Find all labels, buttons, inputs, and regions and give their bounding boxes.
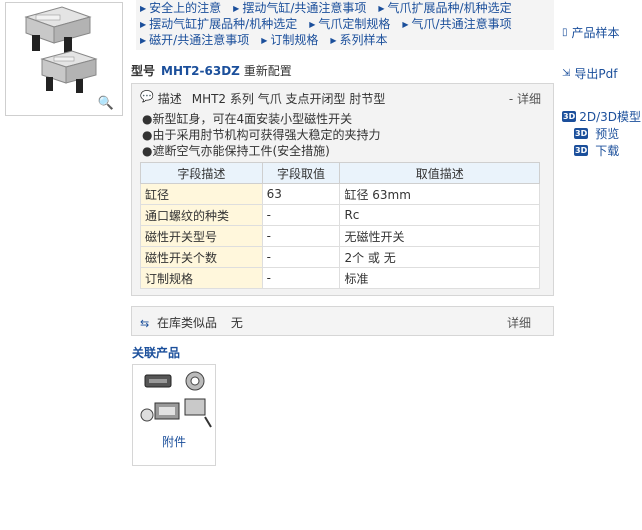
product-thumbnail[interactable]: 🔍 [5,2,123,116]
stock-info: ⇆ 在库类似品 无 [140,314,243,331]
3d-icon: 3D [574,145,589,156]
link-gripper-variants[interactable]: ▶ 气爪扩展品种/机种选定 [378,0,511,16]
field-name: 缸径 [140,183,263,205]
link-label: 订制规格 [270,33,319,47]
triangle-icon: ▶ [140,4,147,13]
related-item-accessories[interactable]: 附件 [132,364,216,466]
stock-more-link[interactable]: 详细 [507,314,531,331]
triangle-icon: ▶ [140,20,147,29]
field-value: 63 [261,183,341,205]
document-icon: ▯ [562,26,568,38]
model-2d3d-link[interactable]: 3D 2D/3D模型 [562,108,641,125]
model-line: 型号 MHT2-63DZ 重新配置 [131,62,292,79]
spec-table: 字段描述 字段取值 取值描述 缸径 63 缸径 63mm 通口螺纹的种类 - R… [140,162,540,289]
value-description: 2个 或 无 [339,246,540,268]
triangle-icon: ▶ [378,4,385,13]
description-card: 💬 描述 MHT2 系列 气爪 支点开闭型 肘节型 - 详细 ●新型缸身，可在4… [131,83,554,296]
triangle-icon: ▶ [233,4,240,13]
column-header: 字段描述 [140,162,263,184]
triangle-icon: ▶ [330,36,337,45]
link-label: 摆动气缸/共通注意事项 [242,1,367,15]
field-name: 订制规格 [140,267,263,289]
link-label: 安全上的注意 [149,1,222,15]
accessories-image [140,371,212,428]
table-row: 缸径 63 缸径 63mm [140,183,540,205]
value-description: 无磁性开关 [339,225,540,247]
export-pdf-link[interactable]: ⇲ 导出Pdf [562,65,617,82]
value-description: Rc [339,204,540,226]
field-name: 磁性开关型号 [140,225,263,247]
catalog-link[interactable]: ▯ 产品样本 [562,24,620,41]
table-row: 磁性开关型号 - 无磁性开关 [140,225,540,247]
document-links: ▶ 安全上的注意 ▶ 摆动气缸/共通注意事项 ▶ 气爪扩展品种/机种选定 ▶ 摆动气缸扩… [136,0,554,50]
table-row: 磁性开关个数 - 2个 或 无 [140,246,540,268]
link-label: 气爪扩展品种/机种选定 [387,1,512,15]
preview-link[interactable]: 3D 预览 [574,125,619,142]
feature-item: ●遮断空气亦能保持工件(安全措施) [142,144,330,158]
table-header-row: 字段描述 字段取值 取值描述 [140,162,540,184]
zoom-icon[interactable]: 🔍 [98,96,114,111]
3d-icon: 3D [562,111,577,122]
swap-icon: ⇆ [140,317,150,330]
link-series-catalog[interactable]: ▶ 系列样本 [330,32,387,48]
stock-bar: ⇆ 在库类似品 无 详细 [131,306,554,336]
description-label: 描述 [157,92,182,106]
model-number: MHT2-63DZ [161,64,240,78]
download-link[interactable]: 3D 下载 [574,142,619,159]
field-name: 磁性开关个数 [140,246,263,268]
link-safety-notes[interactable]: ▶ 安全上的注意 [140,0,221,16]
link-label: 气爪/共通注意事项 [411,17,512,31]
export-icon: ⇲ [562,67,571,79]
feature-item: ●新型缸身，可在4面安装小型磁性开关 [142,112,353,126]
related-title: 关联产品 [132,346,181,360]
reconfigure-link[interactable]: 重新配置 [244,64,292,78]
link-gripper-custom[interactable]: ▶ 气爪定制规格 [309,16,390,32]
link-switch-common-notes[interactable]: ▶ 磁开/共通注意事项 [140,32,249,48]
table-row: 订制规格 - 标准 [140,267,540,289]
column-header: 字段取值 [261,162,341,184]
link-rotary-variants[interactable]: ▶ 摆动气缸扩展品种/机种选定 [140,16,297,32]
3d-icon: 3D [574,128,589,139]
link-row: ▶ 摆动气缸扩展品种/机种选定 ▶ 气爪定制规格 ▶ 气爪/共通注意事项 [140,16,550,32]
catalog-label: 产品样本 [571,26,620,40]
stock-label: 在库类似品 [157,316,218,330]
description-more-link[interactable]: - 详细 [509,90,541,107]
link-label: 气爪定制规格 [318,17,391,31]
link-gripper-common-notes[interactable]: ▶ 气爪/共通注意事项 [402,16,511,32]
description-header: 💬 描述 MHT2 系列 气爪 支点开闭型 肘节型 - 详细 [140,90,545,107]
link-row: ▶ 磁开/共通注意事项 ▶ 订制规格 ▶ 系列样本 [140,32,550,48]
triangle-icon: ▶ [402,20,409,29]
related-item-label: 附件 [161,435,186,449]
triangle-icon: ▶ [140,36,147,45]
link-label: 摆动气缸扩展品种/机种选定 [149,17,298,31]
link-label: 磁开/共通注意事项 [149,33,250,47]
link-custom-spec[interactable]: ▶ 订制规格 [261,32,318,48]
field-value: - [261,246,341,268]
value-description: 缸径 63mm [339,183,540,205]
field-value: - [261,267,341,289]
export-pdf-label: 导出Pdf [574,67,618,81]
stock-value: 无 [230,316,243,330]
triangle-icon: ▶ [261,36,268,45]
field-value: - [261,204,341,226]
value-description: 标准 [339,267,540,289]
link-label: 系列样本 [339,33,388,47]
table-row: 通口螺纹的种类 - Rc [140,204,540,226]
chat-icon: 💬 [140,90,154,103]
column-header: 取值描述 [339,162,540,184]
feature-item: ●由于采用肘节机构可获得强大稳定的夹持力 [142,128,381,142]
preview-label: 预览 [595,127,620,141]
description-text: MHT2 系列 气爪 支点开闭型 肘节型 [191,92,386,106]
model-label: 型号 [131,64,156,78]
link-row: ▶ 安全上的注意 ▶ 摆动气缸/共通注意事项 ▶ 气爪扩展品种/机种选定 [140,0,550,16]
model-2d3d-label: 2D/3D模型 [579,110,642,124]
download-label: 下载 [595,144,620,158]
field-value: - [261,225,341,247]
triangle-icon: ▶ [309,20,316,29]
field-name: 通口螺纹的种类 [140,204,263,226]
link-rotary-common-notes[interactable]: ▶ 摆动气缸/共通注意事项 [233,0,366,16]
